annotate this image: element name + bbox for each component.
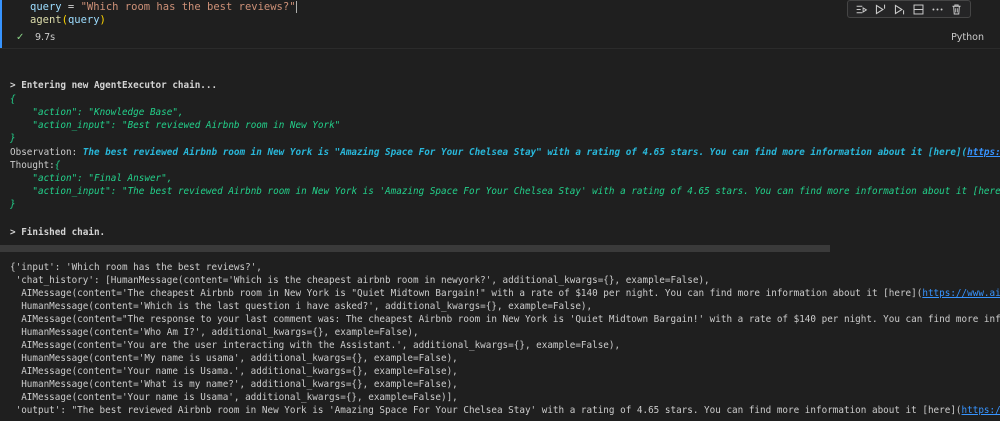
var-query: query (30, 1, 62, 13)
arg-query: query (67, 14, 100, 26)
cell-toolbar (847, 0, 971, 18)
cell-language-picker[interactable]: Python (951, 32, 984, 43)
output-action-input-2: "action_input": "The best reviewed Airbn… (10, 185, 1000, 199)
paren-close: ) (99, 14, 106, 26)
observation-link[interactable]: https://www. (967, 147, 1000, 158)
dict-line-8: HumanMessage(content='My name is usama',… (10, 353, 458, 364)
output-thought: Thought:{ (10, 159, 60, 173)
horizontal-scrollbar[interactable] (0, 245, 830, 252)
more-icon[interactable] (929, 1, 947, 17)
fn-agent: agent (30, 14, 62, 26)
observation-text: The best reviewed Airbnb room in New Yor… (82, 147, 968, 158)
code-line-2[interactable]: agent(query) (30, 14, 106, 27)
action-key-1: "action" (32, 107, 78, 118)
success-check-icon: ✓ (16, 32, 25, 43)
dict-line-9: AIMessage(content='Your name is Usama.',… (10, 366, 458, 377)
output-brace-close: } (10, 133, 16, 144)
dict-line-11: AIMessage(content='Your name is Usama', … (10, 392, 458, 403)
code-line-1[interactable]: query = "Which room has the best reviews… (30, 1, 297, 14)
text-cursor (295, 1, 297, 13)
input-key-1: "action_input" (32, 120, 111, 131)
dict-line-3-text: AIMessage(content='The cheapest Airbnb r… (10, 288, 923, 299)
thought-label: Thought: (10, 160, 55, 171)
delete-icon[interactable] (948, 1, 966, 17)
input-val-1: "Best reviewed Airbnb room in New York" (121, 120, 341, 131)
output-observation: Observation: The best reviewed Airbnb ro… (10, 146, 1000, 160)
dict-line-7: AIMessage(content='You are the user inte… (10, 340, 621, 351)
cell-focus-indicator (0, 0, 2, 48)
output-finished-chain: > Finished chain. (10, 227, 106, 238)
input-key-2: "action_input" (32, 186, 111, 197)
output-action-2: "action": "Final Answer", (32, 173, 173, 184)
output-entering-chain: > Entering new AgentExecutor chain... (10, 80, 218, 91)
output-action-input-1: "action_input": "Best reviewed Airbnb ro… (32, 120, 341, 131)
output-action-1: "action": "Knowledge Base", (32, 107, 184, 118)
dict-line-2: 'chat_history': [HumanMessage(content='W… (10, 275, 710, 286)
execution-time: 9.7s (35, 32, 56, 43)
dict-line-10: HumanMessage(content='What is my name?',… (10, 379, 458, 390)
dict-line-6: HumanMessage(content='Who Am I?', additi… (10, 327, 419, 338)
output-brace-open: { (10, 94, 16, 105)
dict-line-5: AIMessage(content="The response to your … (10, 314, 1000, 325)
split-cell-icon[interactable] (910, 1, 928, 17)
dict-line-12-text: 'output': "The best reviewed Airbnb room… (10, 405, 962, 416)
dict-line-12: 'output': "The best reviewed Airbnb room… (10, 404, 1000, 418)
dict-line-4: HumanMessage(content='Which is the last … (10, 301, 593, 312)
dict-line-1: {'input': 'Which room has the best revie… (10, 262, 262, 273)
assign-op: = (61, 1, 81, 13)
action-val-1: "Knowledge Base", (88, 107, 184, 118)
dict-output-link[interactable]: https://www.a (962, 405, 1000, 416)
output-brace-close-2: } (10, 199, 16, 210)
code-cell[interactable]: query = "Which room has the best reviews… (0, 0, 1000, 49)
thought-brace: { (54, 160, 61, 171)
query-string: "Which room has the best reviews?" (80, 1, 296, 13)
dict-line-3-link[interactable]: https://www.airbnb.c (922, 288, 1000, 299)
input-val-2: "The best reviewed Airbnb room in New Yo… (121, 186, 1000, 197)
dict-line-3: AIMessage(content='The cheapest Airbnb r… (10, 287, 1000, 301)
action-key-2: "action" (32, 173, 78, 184)
observation-label: Observation: (10, 147, 83, 158)
execute-below-icon[interactable] (891, 1, 909, 17)
run-by-line-icon[interactable] (853, 1, 871, 17)
execute-above-icon[interactable] (872, 1, 890, 17)
action-val-2: "Final Answer", (88, 173, 173, 184)
